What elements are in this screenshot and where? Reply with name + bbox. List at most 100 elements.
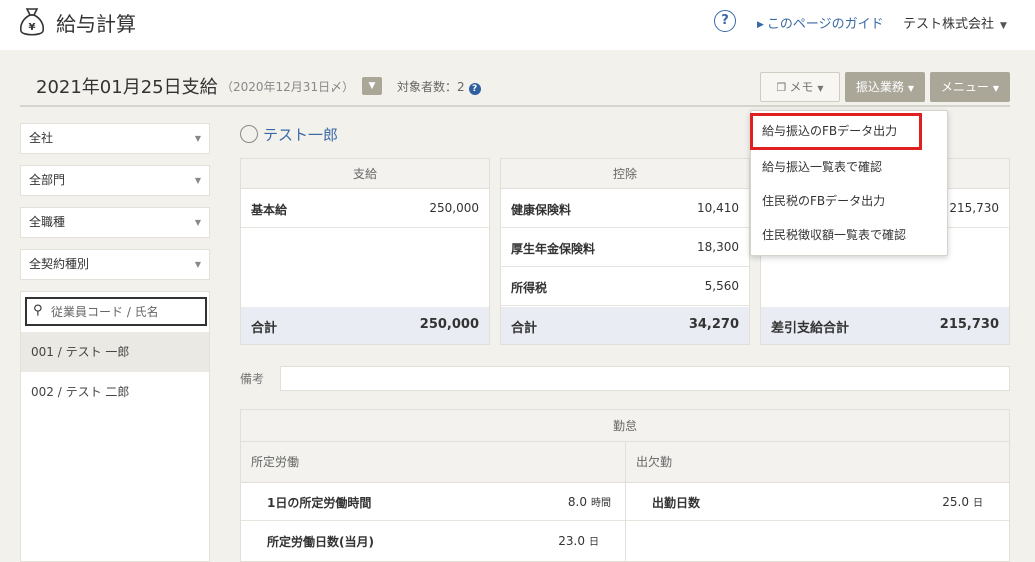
attendance-row-number: 25.0: [942, 495, 969, 509]
money-bag-icon: ¥: [19, 8, 45, 36]
page-guide-label: このページのガイド: [766, 17, 884, 32]
chevron-down-icon: ▼: [194, 260, 201, 269]
attendance-row-unit: 時間: [591, 498, 611, 509]
company-switcher[interactable]: テスト株式会社 ▼: [903, 13, 1007, 32]
menu-item-transfer-list[interactable]: 給与振込一覧表で確認: [751, 150, 947, 184]
net-pay-row-value: 215,730: [949, 201, 999, 215]
attendance-row-unit: 日: [589, 537, 599, 548]
copy-icon: ❐: [776, 81, 787, 94]
attendance-row-value: 8.0 時間: [568, 494, 611, 509]
page-guide-link[interactable]: ▶ このページのガイド: [757, 13, 884, 32]
menu-button[interactable]: メニュー ▼: [930, 72, 1010, 102]
deduction-card-title: 控除: [501, 159, 749, 189]
deduction-total-value: 34,270: [688, 317, 739, 332]
payment-card: 支給 基本給 250,000 合計 250,000: [240, 158, 490, 345]
attendance-panel: 勤怠 所定労働 出欠勤 1日の所定労働時間 8.0 時間 所定労働日数(当月) 2…: [240, 409, 1010, 562]
filter-job-type-value: 全職種: [29, 215, 66, 229]
employee-list-panel: ⚲ 001 / テスト 一郎 002 / テスト 二郎: [20, 291, 210, 562]
memo-button[interactable]: ❐ メモ ▼: [760, 72, 840, 102]
deduction-row: 所得税 5,560: [501, 267, 749, 306]
deduction-row-value: 10,410: [697, 201, 739, 215]
net-pay-total-row: 差引支給合計 215,730: [761, 307, 1009, 344]
net-pay-total-label: 差引支給合計: [771, 321, 850, 336]
employee-search-input[interactable]: [51, 302, 201, 322]
question-icon[interactable]: ?: [468, 83, 481, 95]
payment-total-row: 合計 250,000: [241, 307, 489, 344]
chevron-down-icon: ▼: [194, 134, 201, 143]
closing-date: （2020年12月31日〆）: [221, 80, 355, 94]
pay-date-dropdown[interactable]: ▼: [362, 77, 382, 95]
transfer-button[interactable]: 振込業務 ▼: [845, 72, 925, 102]
employee-list-item[interactable]: 002 / テスト 二郎: [21, 372, 209, 412]
attendance-row-label: 所定労働日数(当月): [267, 535, 374, 549]
deduction-total-label: 合計: [511, 321, 538, 336]
target-count: 対象者数：2?: [397, 78, 481, 95]
company-name: テスト株式会社: [903, 17, 995, 32]
payment-row-value: 250,000: [429, 201, 479, 215]
chevron-down-icon: ▼: [1000, 21, 1007, 31]
pay-date-title: 2021年01月25日支給: [36, 77, 218, 98]
memo-label: メモ: [789, 80, 814, 94]
transfer-dropdown-menu: 給与振込のFBデータ出力 給与振込一覧表で確認 住民税のFBデータ出力 住民税徴…: [750, 110, 948, 256]
attendance-row-label: 1日の所定労働時間: [267, 496, 372, 510]
attendance-row: 所定労働日数(当月) 23.0 日: [241, 522, 625, 560]
filter-contract-type-value: 全契約種別: [29, 257, 90, 271]
payment-total-label: 合計: [251, 321, 278, 336]
deduction-row: 厚生年金保険料 18,300: [501, 228, 749, 267]
menu-item-fb-data-export[interactable]: 給与振込のFBデータ出力: [750, 113, 922, 150]
chevron-down-icon: ▼: [817, 84, 824, 93]
attendance-row-value: 23.0 日: [558, 533, 599, 548]
employee-name: テスト一郎: [263, 126, 339, 144]
payment-row-label: 基本給: [251, 203, 288, 217]
chevron-down-icon: ▼: [194, 218, 201, 227]
filter-department-value: 全部門: [29, 173, 66, 187]
filter-company-value: 全社: [29, 131, 54, 145]
remark-field[interactable]: [280, 366, 1010, 391]
attendance-row-value: 25.0 日: [942, 494, 983, 509]
attendance-status-header: 出欠勤: [626, 442, 1009, 483]
chevron-right-icon: ▶: [757, 20, 764, 30]
person-icon: [240, 125, 258, 143]
help-icon[interactable]: ?: [714, 10, 736, 32]
deduction-total-row: 合計 34,270: [501, 307, 749, 344]
payment-card-title: 支給: [241, 159, 489, 189]
filter-department[interactable]: 全部門 ▼: [20, 165, 210, 196]
attendance-row: 出勤日数 25.0 日: [626, 483, 1009, 521]
menu-label: メニュー: [940, 80, 989, 94]
transfer-label: 振込業務: [855, 80, 904, 94]
employee-list-item[interactable]: 001 / テスト 一郎: [21, 332, 209, 372]
search-icon: ⚲: [33, 303, 43, 318]
attendance-row-label: 出勤日数: [652, 496, 701, 510]
filter-job-type[interactable]: 全職種 ▼: [20, 207, 210, 238]
employee-name-heading: テスト一郎: [240, 124, 338, 145]
payment-total-value: 250,000: [419, 317, 479, 332]
menu-item-resident-tax-fb-export[interactable]: 住民税のFBデータ出力: [751, 184, 947, 218]
attendance-row-number: 8.0: [567, 495, 587, 509]
top-bar: ¥ 給与計算 ? ▶ このページのガイド テスト株式会社 ▼: [0, 0, 1035, 50]
deduction-row-label: 所得税: [511, 281, 548, 295]
svg-text:¥: ¥: [29, 22, 36, 33]
chevron-down-icon: ▼: [194, 176, 201, 185]
target-count-label: 対象者数：2: [397, 80, 465, 94]
deduction-row: 健康保険料 10,410: [501, 189, 749, 228]
payroll-headline: 2021年01月25日支給 （2020年12月31日〆） ▼ 対象者数：2? ❐…: [20, 70, 1010, 107]
filter-contract-type[interactable]: 全契約種別 ▼: [20, 249, 210, 280]
attendance-title: 勤怠: [241, 410, 1009, 442]
remark-label: 備考: [240, 372, 265, 386]
deduction-row-label: 健康保険料: [511, 203, 572, 217]
chevron-down-icon: ▼: [907, 84, 915, 93]
scheduled-work-header: 所定労働: [241, 442, 625, 483]
deduction-row-label: 厚生年金保険料: [511, 242, 596, 256]
employee-search[interactable]: ⚲: [25, 297, 207, 326]
deduction-row-value: 5,560: [704, 279, 739, 293]
attendance-row-number: 23.0: [558, 534, 585, 548]
attendance-row-unit: 日: [973, 498, 983, 509]
chevron-down-icon: ▼: [992, 84, 1000, 93]
app-title: 給与計算: [56, 12, 136, 36]
net-pay-total-value: 215,730: [939, 317, 999, 332]
menu-item-resident-tax-list[interactable]: 住民税徴収額一覧表で確認: [751, 218, 947, 252]
deduction-card: 控除 健康保険料 10,410 厚生年金保険料 18,300 所得税 5,560…: [500, 158, 750, 345]
attendance-row: 1日の所定労働時間 8.0 時間: [241, 483, 625, 521]
filter-company[interactable]: 全社 ▼: [20, 123, 210, 154]
deduction-row-value: 18,300: [697, 240, 739, 254]
